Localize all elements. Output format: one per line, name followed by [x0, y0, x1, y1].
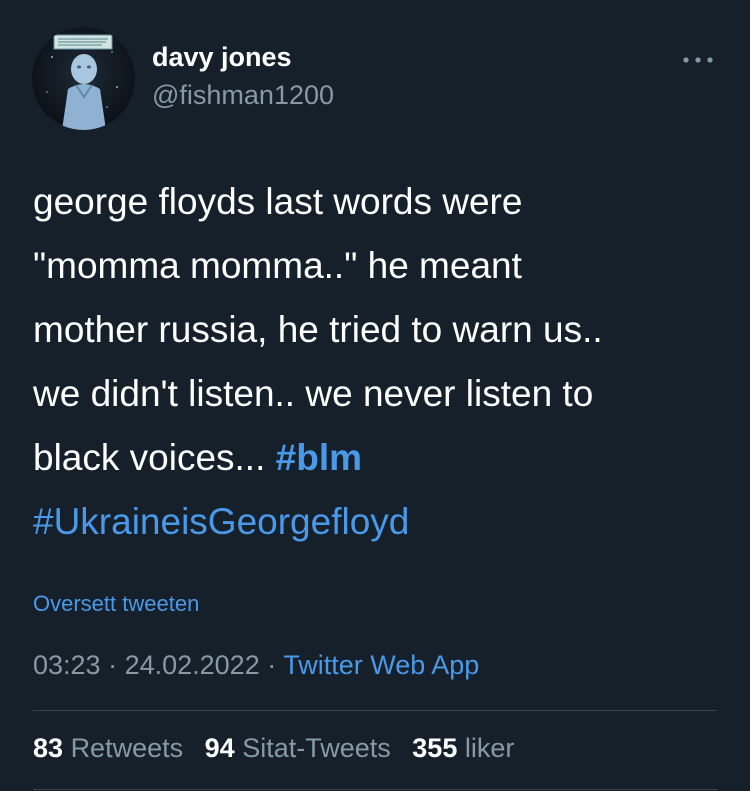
- quote-tweets-stat[interactable]: 94 Sitat-Tweets: [205, 733, 391, 763]
- author-handle[interactable]: @fishman1200: [152, 80, 334, 111]
- retweets-count: 83: [33, 733, 64, 763]
- retweets-stat[interactable]: 83 Retweets: [33, 733, 183, 763]
- quotes-count: 94: [204, 733, 235, 763]
- quotes-label: Sitat-Tweets: [242, 733, 391, 763]
- tweet-text: george floyds last words were "momma mom…: [33, 170, 723, 554]
- tweet-source-link[interactable]: Twitter Web App: [283, 650, 479, 680]
- more-options-button[interactable]: [678, 40, 718, 80]
- comic-figure-avatar-icon: [46, 34, 118, 130]
- divider: [33, 789, 717, 790]
- tweet-line: "momma momma.." he meant: [33, 245, 522, 286]
- translate-tweet-link[interactable]: Oversett tweeten: [33, 591, 199, 617]
- likes-stat[interactable]: 355 liker: [412, 733, 514, 763]
- author-display-name[interactable]: davy jones: [152, 42, 292, 73]
- meta-separator: ·: [259, 650, 284, 680]
- tweet-line-text: black voices...: [33, 437, 276, 478]
- hashtag-blm-link[interactable]: #blm: [276, 437, 362, 478]
- tweet-line: we didn't listen.. we never listen to: [33, 373, 594, 414]
- tweet-line: mother russia, he tried to warn us..: [33, 309, 603, 350]
- retweets-label: Retweets: [70, 733, 184, 763]
- hashtag-ukraine-link[interactable]: #UkraineisGeorgefloyd: [33, 501, 409, 542]
- more-horizontal-icon: [683, 57, 713, 63]
- tweet-line: george floyds last words were: [33, 181, 523, 222]
- tweet-line: #UkraineisGeorgefloyd: [33, 490, 723, 554]
- tweet-time[interactable]: 03:23: [33, 650, 101, 680]
- tweet-line: black voices... #blm: [33, 426, 723, 490]
- likes-label: liker: [464, 733, 515, 763]
- likes-count: 355: [412, 733, 458, 763]
- tweet-stats: 83 Retweets 94 Sitat-Tweets 355 liker: [33, 733, 528, 764]
- tweet-meta: 03:23 · 24.02.2022 · Twitter Web App: [33, 650, 479, 681]
- avatar[interactable]: [32, 27, 135, 130]
- tweet-date[interactable]: 24.02.2022: [125, 650, 260, 680]
- divider: [33, 710, 717, 711]
- meta-separator: ·: [100, 650, 125, 680]
